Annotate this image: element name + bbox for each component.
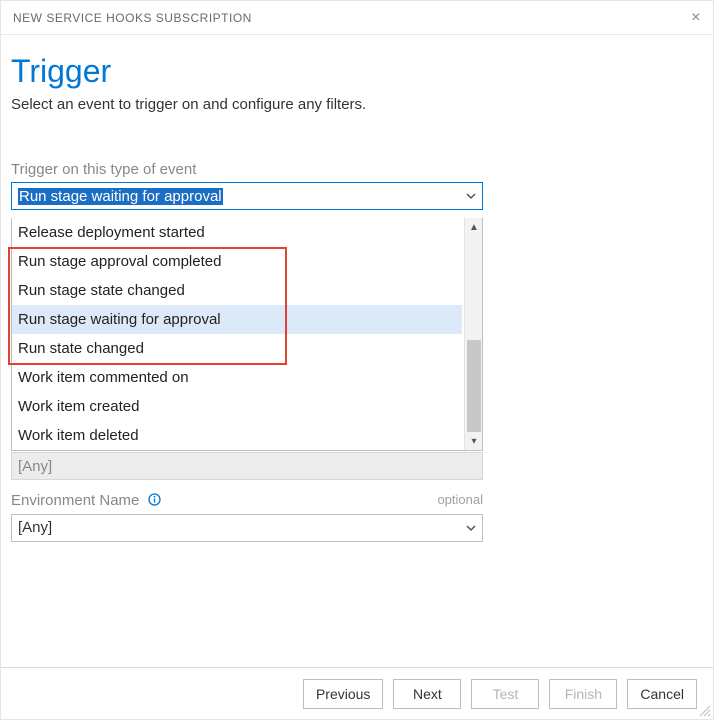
next-button[interactable]: Next	[393, 679, 461, 709]
environment-name-select[interactable]: [Any]	[11, 514, 483, 542]
dropdown-option[interactable]: Run stage waiting for approval	[12, 305, 462, 334]
environment-name-label-text: Environment Name	[11, 492, 139, 509]
dropdown-option[interactable]: Work item created	[12, 392, 462, 421]
chevron-down-icon	[464, 189, 478, 203]
page-title: Trigger	[11, 53, 695, 90]
scroll-down-icon[interactable]: ▾	[465, 432, 483, 450]
page-subtitle: Select an event to trigger on and config…	[11, 96, 695, 113]
event-type-label: Trigger on this type of event	[11, 161, 695, 178]
dropdown-option[interactable]: Work item commented on	[12, 363, 462, 392]
dropdown-option[interactable]: Work item deleted	[12, 421, 462, 450]
event-type-dropdown: Release deployment started Run stage app…	[11, 218, 483, 451]
environment-name-value: [Any]	[18, 519, 52, 536]
environment-name-label: Environment Name optional	[11, 492, 483, 510]
optional-badge: optional	[437, 492, 483, 507]
event-type-selected-text: Run stage waiting for approval	[18, 188, 223, 205]
previous-button[interactable]: Previous	[303, 679, 383, 709]
dialog-title: NEW SERVICE HOOKS SUBSCRIPTION	[13, 11, 252, 25]
cancel-button[interactable]: Cancel	[627, 679, 697, 709]
event-type-select[interactable]: Run stage waiting for approval	[11, 182, 483, 210]
dropdown-option[interactable]: Release deployment started	[12, 218, 462, 247]
test-button: Test	[471, 679, 539, 709]
scroll-thumb[interactable]	[467, 340, 481, 432]
dropdown-option[interactable]: Run stage state changed	[12, 276, 462, 305]
chevron-down-icon	[464, 521, 478, 535]
scroll-up-icon[interactable]: ▲	[465, 218, 483, 236]
wizard-footer: Previous Next Test Finish Cancel	[1, 667, 713, 719]
info-icon[interactable]	[148, 493, 161, 510]
finish-button: Finish	[549, 679, 617, 709]
dropdown-option[interactable]: Run stage approval completed	[12, 247, 462, 276]
title-bar: NEW SERVICE HOOKS SUBSCRIPTION ×	[1, 1, 713, 35]
resize-grip-icon[interactable]	[697, 703, 711, 717]
close-icon[interactable]: ×	[691, 10, 701, 26]
dropdown-scrollbar[interactable]: ▲ ▾	[464, 218, 482, 450]
dropdown-option[interactable]: Run state changed	[12, 334, 462, 363]
hidden-any-select[interactable]: [Any]	[11, 452, 483, 480]
hidden-any-value: [Any]	[18, 458, 52, 475]
